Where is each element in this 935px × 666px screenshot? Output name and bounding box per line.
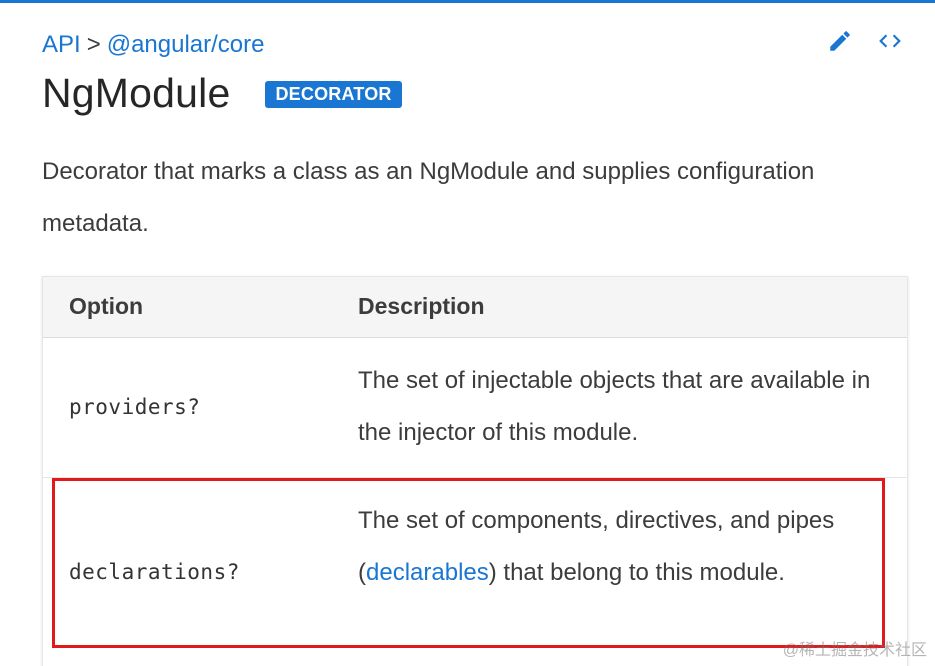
option-name: providers? <box>69 395 201 419</box>
option-description: The set of components, directives, and p… <box>358 495 878 599</box>
api-doc-page: API > @angular/core NgModule DECORATOR Dec… <box>0 0 935 666</box>
table-row: declarations? The set of components, dir… <box>43 478 907 666</box>
pencil-icon <box>830 31 850 51</box>
header-option: Option <box>69 293 144 319</box>
breadcrumb-separator: > <box>86 31 101 58</box>
view-source-button[interactable] <box>875 26 905 56</box>
declarables-link[interactable]: declarables <box>366 559 489 586</box>
page-actions <box>825 26 905 56</box>
page-title: NgModule <box>42 70 231 116</box>
description-text: ) that belong to this module. <box>488 559 785 586</box>
option-name: declarations? <box>69 560 240 584</box>
header-description: Description <box>358 293 485 319</box>
top-accent-bar <box>0 0 935 3</box>
code-brackets-icon <box>879 34 901 48</box>
option-description: The set of injectable objects that are a… <box>358 367 871 446</box>
options-table: Option Description providers? The set of… <box>42 276 908 666</box>
table-row: providers? The set of injectable objects… <box>43 339 907 478</box>
breadcrumb-api-link[interactable]: API <box>42 31 81 58</box>
page-description: Decorator that marks a class as an NgMod… <box>42 158 815 237</box>
title-row: NgModule DECORATOR <box>42 70 402 117</box>
breadcrumb: API > @angular/core <box>42 31 264 59</box>
edit-button[interactable] <box>825 26 855 56</box>
decorator-badge: DECORATOR <box>265 81 402 108</box>
table-header: Option Description <box>43 277 907 338</box>
watermark: @稀土掘金技术社区 <box>782 642 927 659</box>
breadcrumb-package-link[interactable]: @angular/core <box>107 31 265 58</box>
